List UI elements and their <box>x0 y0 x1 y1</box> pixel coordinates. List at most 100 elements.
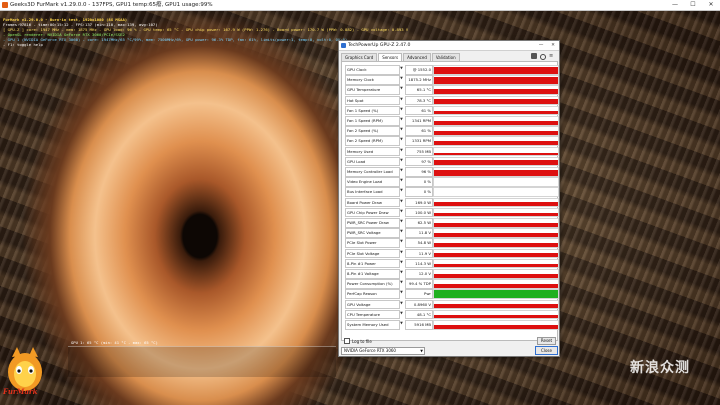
dropdown-arrow-icon[interactable]: ▼ <box>399 177 404 185</box>
sensor-graph-fill <box>434 120 558 125</box>
dropdown-arrow-icon[interactable]: ▼ <box>399 85 404 93</box>
sensor-label: Fan 1 Speed (%) <box>345 105 400 116</box>
tab-validation[interactable]: Validation <box>431 53 460 61</box>
dropdown-arrow-icon[interactable]: ▼ <box>399 126 404 134</box>
dropdown-arrow-icon[interactable]: ▼ <box>399 147 404 155</box>
sensor-row: Fan 1 Speed (%) ▼ 61 % <box>344 105 559 116</box>
gpuz-tabs: Graphics Card Sensors Advanced Validatio… <box>341 53 461 61</box>
dropdown-arrow-icon[interactable]: ▼ <box>399 279 404 287</box>
sensor-row: Bus Interface Load ▼ 0 % <box>344 186 559 197</box>
sensor-graph-fill <box>434 202 558 207</box>
dropdown-arrow-icon[interactable]: ▼ <box>399 75 404 83</box>
dropdown-arrow-icon[interactable]: ▼ <box>399 300 404 308</box>
sensor-graph-fill <box>434 67 558 74</box>
sensor-row: Fan 2 Speed (%) ▼ 61 % <box>344 125 559 136</box>
dropdown-arrow-icon[interactable]: ▼ <box>399 167 404 175</box>
minimize-icon[interactable]: — <box>666 0 684 10</box>
sensor-graph <box>433 309 559 320</box>
dropdown-arrow-icon[interactable]: ▼ <box>399 198 404 206</box>
sensor-label: Board Power Draw <box>345 197 400 208</box>
sensor-label: GPU Temperature <box>345 85 400 95</box>
close-icon[interactable]: ✕ <box>547 41 559 50</box>
dropdown-arrow-icon[interactable]: ▼ <box>399 259 404 267</box>
dropdown-arrow-icon[interactable]: ▼ <box>399 228 404 236</box>
sensor-graph-fill <box>434 253 558 258</box>
sensor-value: 0 % <box>405 187 433 197</box>
dropdown-arrow-icon[interactable]: ▼ <box>399 249 404 257</box>
sensor-label: Fan 1 Speed (RPM) <box>345 116 400 126</box>
log-to-file-checkbox[interactable] <box>344 338 350 344</box>
sensor-label: Bus Interface Load <box>345 187 400 197</box>
dropdown-arrow-icon[interactable]: ▼ <box>399 157 404 165</box>
dropdown-arrow-icon[interactable]: ▼ <box>399 269 404 277</box>
close-icon[interactable]: ✕ <box>702 0 720 10</box>
sensor-graph <box>433 95 559 106</box>
sensor-row: PWR_SRC Power Draw ▼ 62.5 W <box>344 217 559 228</box>
dropdown-arrow-icon[interactable]: ▼ <box>399 289 404 297</box>
gpuz-window-controls: — ✕ <box>535 41 559 50</box>
sensor-graph <box>433 248 559 259</box>
sensor-graph-fill <box>434 99 558 105</box>
sensor-row: PCIe Slot Voltage ▼ 11.9 V <box>344 248 559 259</box>
sensor-value: 0.8960 V <box>405 299 433 310</box>
refresh-icon[interactable] <box>540 53 546 60</box>
dropdown-arrow-icon[interactable]: ▼ <box>399 238 404 246</box>
sensor-value: 0 % <box>405 177 433 187</box>
dropdown-arrow-icon[interactable]: ▼ <box>399 96 404 104</box>
log-to-file-option[interactable]: Log to file <box>344 338 372 344</box>
sensor-value: 1331 RPM <box>405 136 433 146</box>
device-select-value: NVIDIA GeForce RTX 3060 <box>344 348 396 353</box>
sensors-panel: GPU Clock ▼ @ 1552.0 Memory Clock ▼ 1875.2 MH… <box>341 61 559 341</box>
dropdown-arrow-icon[interactable]: ▼ <box>399 116 404 124</box>
camera-icon[interactable] <box>531 53 537 59</box>
sensor-row: GPU Clock ▼ @ 1552.0 <box>344 64 559 75</box>
sensor-label: GPU Clock <box>345 65 400 75</box>
sensor-value: 54.8 W <box>405 238 433 248</box>
device-select[interactable]: NVIDIA GeForce RTX 3060 ▼ <box>341 347 425 355</box>
sensor-label: 8-Pin #1 Power <box>345 258 400 269</box>
sensor-row: System Memory Used ▼ 5916 MB <box>344 319 559 330</box>
sensor-label: Hot Spot <box>345 95 400 106</box>
dropdown-arrow-icon[interactable]: ▼ <box>399 65 404 73</box>
sensor-graph <box>433 75 559 85</box>
gpuz-window: TechPowerUp GPU-Z 2.47.0 — ✕ Graphics Ca… <box>338 40 560 357</box>
tab-sensors[interactable]: Sensors <box>378 53 403 61</box>
watermark-text: 新浪众测 <box>630 360 690 376</box>
sensor-graph-fill <box>434 141 558 145</box>
sensor-graph-fill <box>434 314 558 319</box>
sensor-label: Memory Used <box>345 146 400 157</box>
sensor-graph <box>433 320 559 330</box>
sensor-label: Memory Controller Load <box>345 167 400 177</box>
sensor-graph <box>433 116 559 126</box>
dropdown-arrow-icon[interactable]: ▼ <box>399 187 404 195</box>
furmark-logo-text: FurMark <box>3 387 38 396</box>
sensor-label: PCIe Slot Power <box>345 238 400 248</box>
maximize-icon[interactable]: ☐ <box>684 0 702 10</box>
sensor-graph-fill <box>434 130 558 135</box>
reset-button[interactable]: Reset <box>537 337 556 345</box>
dropdown-arrow-icon[interactable]: ▼ <box>399 208 404 216</box>
sensor-row: GPU Voltage ▼ 0.8960 V <box>344 299 559 310</box>
sensor-row: Fan 2 Speed (RPM) ▼ 1331 RPM <box>344 135 559 146</box>
sensor-value: 1341 RPM <box>405 116 433 126</box>
tab-advanced[interactable]: Advanced <box>403 53 431 61</box>
sensor-value: Pwr <box>405 289 433 299</box>
dropdown-arrow-icon[interactable]: ▼ <box>399 320 404 328</box>
sensor-graph <box>433 167 559 177</box>
sensor-row: Board Power Draw ▼ 169.0 W <box>344 197 559 208</box>
sensor-graph-fill <box>434 232 558 237</box>
sensor-graph-fill <box>434 283 558 288</box>
dropdown-arrow-icon[interactable]: ▼ <box>399 136 404 144</box>
furmark-temperature-graph: GPU 1: 65 °C (min: 41 °C - max: 65 °C) <box>68 340 336 377</box>
sensor-graph-fill <box>434 304 558 309</box>
menu-icon[interactable]: ≡ <box>549 53 555 59</box>
sensor-graph <box>433 269 559 279</box>
sensor-row: GPU Chip Power Draw ▼ 100.0 W <box>344 207 559 218</box>
gpuz-window-title: TechPowerUp GPU-Z 2.47.0 <box>348 43 411 48</box>
tab-graphics-card[interactable]: Graphics Card <box>341 53 378 61</box>
dropdown-arrow-icon[interactable]: ▼ <box>399 310 404 318</box>
close-button[interactable]: Close <box>535 346 558 355</box>
minimize-icon[interactable]: — <box>535 41 547 50</box>
dropdown-arrow-icon[interactable]: ▼ <box>399 218 404 226</box>
dropdown-arrow-icon[interactable]: ▼ <box>399 106 404 114</box>
